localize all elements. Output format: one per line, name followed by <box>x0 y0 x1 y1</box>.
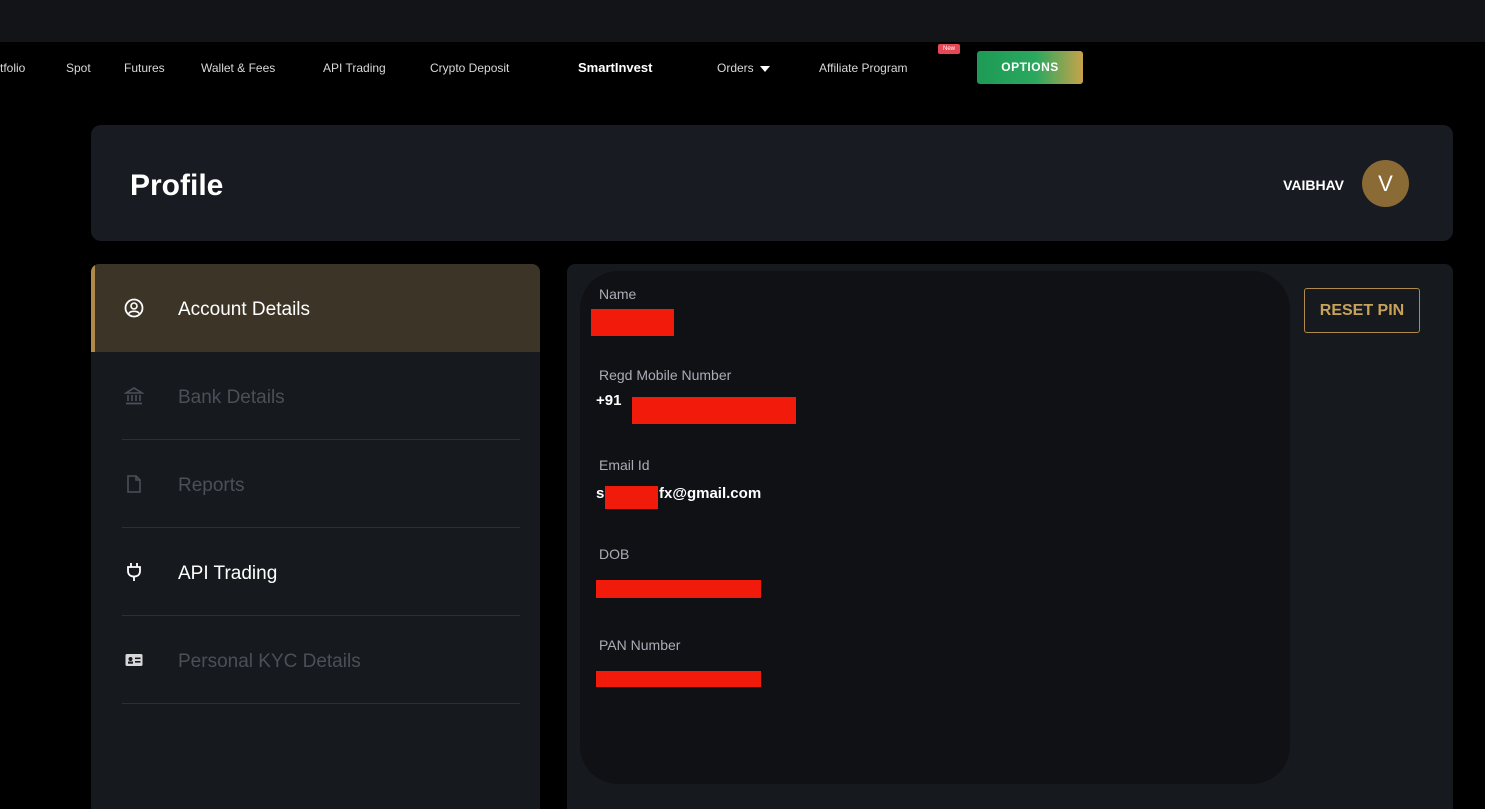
top-nav: tfolio Spot Futures Wallet & Fees API Tr… <box>0 42 1485 98</box>
email-suffix: fx@gmail.com <box>659 485 762 502</box>
mobile-prefix: +91 <box>596 392 622 409</box>
name-label: Name <box>599 286 637 302</box>
reset-pin-button[interactable]: RESET PIN <box>1304 288 1420 333</box>
user-circle-icon <box>124 298 144 318</box>
email-label: Email Id <box>599 457 650 473</box>
sidebar-divider <box>122 703 520 704</box>
profile-header: Profile VAIBHAV V <box>91 125 1453 241</box>
username: VAIBHAV <box>1283 177 1344 193</box>
details-card: Name Regd Mobile Number +91 Email Id s f… <box>580 271 1290 784</box>
sidebar-item-label: Personal KYC Details <box>178 651 361 672</box>
nav-orders[interactable]: Orders <box>717 61 770 75</box>
dob-label: DOB <box>599 546 630 562</box>
sidebar-item-bank-details[interactable]: Bank Details <box>91 352 540 440</box>
plug-icon <box>127 563 141 581</box>
caret-down-icon <box>759 65 770 72</box>
options-button[interactable]: OPTIONS <box>977 51 1083 84</box>
pan-redaction <box>596 671 761 687</box>
nav-portfolio[interactable]: tfolio <box>0 61 25 75</box>
pan-label: PAN Number <box>599 637 681 653</box>
dob-redaction <box>596 580 761 598</box>
nav-wallet-fees[interactable]: Wallet & Fees <box>201 61 275 75</box>
sidebar-item-label: Bank Details <box>178 387 285 408</box>
sidebar-item-personal-kyc[interactable]: Personal KYC Details <box>91 616 540 704</box>
sidebar-item-account-details[interactable]: Account Details <box>91 264 540 352</box>
email-prefix: s <box>596 485 605 502</box>
mobile-redaction <box>632 397 796 424</box>
sidebar-item-label: Reports <box>178 475 245 496</box>
mobile-label: Regd Mobile Number <box>599 367 732 383</box>
document-icon <box>127 475 141 493</box>
new-badge: New <box>938 44 960 54</box>
nav-affiliate-program[interactable]: Affiliate Program <box>819 61 907 75</box>
page-title: Profile <box>130 169 224 202</box>
nav-futures[interactable]: Futures <box>124 61 165 75</box>
account-details-panel: Name Regd Mobile Number +91 Email Id s f… <box>567 264 1453 809</box>
name-redaction <box>591 309 674 336</box>
nav-spot[interactable]: Spot <box>66 61 91 75</box>
avatar[interactable]: V <box>1362 160 1409 207</box>
profile-sidebar: Account Details Bank Details Reports API… <box>91 264 540 809</box>
nav-crypto-deposit[interactable]: Crypto Deposit <box>430 61 509 75</box>
bank-icon <box>124 387 144 405</box>
sidebar-item-label: API Trading <box>178 563 278 584</box>
nav-smartinvest[interactable]: SmartInvest <box>578 60 652 75</box>
email-redaction <box>605 486 658 509</box>
sidebar-item-api-trading[interactable]: API Trading <box>91 528 540 616</box>
sidebar-item-reports[interactable]: Reports <box>91 440 540 528</box>
nav-orders-label: Orders <box>717 61 754 75</box>
sidebar-item-label: Account Details <box>178 299 311 320</box>
top-strip <box>0 0 1485 42</box>
id-card-icon <box>125 654 143 666</box>
nav-api-trading[interactable]: API Trading <box>323 61 386 75</box>
